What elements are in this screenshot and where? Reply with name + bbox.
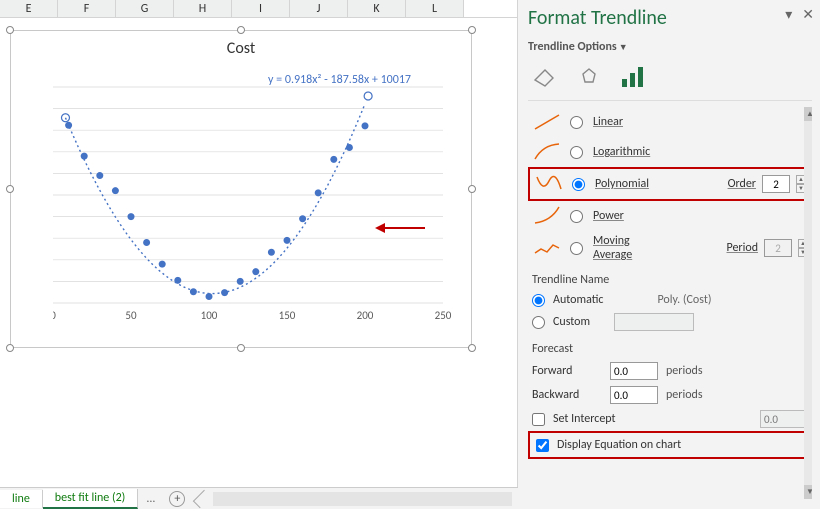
power-label: Power	[593, 209, 624, 223]
resize-handle[interactable]	[6, 344, 14, 352]
period-label: Period	[727, 241, 759, 255]
col-header[interactable]: J	[290, 0, 348, 17]
radio-moving-average[interactable]	[570, 242, 583, 255]
radio-power[interactable]	[570, 210, 583, 223]
effects-tab-icon[interactable]	[572, 62, 606, 92]
col-header[interactable]: G	[116, 0, 174, 17]
annotation-arrow-icon	[383, 227, 425, 229]
checkbox-set-intercept[interactable]	[532, 413, 545, 426]
plot-area[interactable]: 0100020003000400050006000700080009000100…	[53, 67, 453, 323]
linear-label: Linear	[593, 115, 623, 129]
resize-handle[interactable]	[6, 26, 14, 34]
custom-label: Custom	[553, 315, 590, 329]
moving-average-label: MovingAverage	[593, 234, 632, 262]
svg-text:100: 100	[201, 309, 218, 322]
custom-name-input	[614, 313, 694, 331]
name-custom[interactable]: Custom	[528, 310, 812, 334]
order-input[interactable]	[762, 175, 790, 193]
pane-title: Format Trendline	[528, 6, 812, 30]
auto-name-value: Poly. (Cost)	[657, 293, 711, 307]
col-header[interactable]: I	[232, 0, 290, 17]
trendline-type-polynomial[interactable]: Polynomial Order ▲▼	[528, 167, 812, 201]
trendline-type-logarithmic[interactable]: Logarithmic	[528, 137, 812, 167]
automatic-label: Automatic	[553, 293, 603, 307]
trendline-options-dropdown[interactable]: Trendline Options▼	[528, 40, 812, 54]
close-icon[interactable]: ✕	[802, 6, 814, 23]
chart-container[interactable]: Cost y = 0.918x² - 187.58x + 10017 01000…	[10, 30, 472, 348]
resize-handle[interactable]	[6, 185, 14, 193]
col-header[interactable]: F	[58, 0, 116, 17]
tab-scroll-left-icon[interactable]	[193, 489, 211, 507]
trendline-type-moving-average[interactable]: MovingAverage Period ▲▼	[528, 231, 812, 265]
vertical-scrollbar[interactable]: ▲ ▼	[804, 107, 812, 499]
polynomial-label: Polynomial	[595, 177, 649, 191]
svg-text:0: 0	[53, 309, 56, 322]
radio-custom-name[interactable]	[532, 316, 545, 329]
backward-input[interactable]	[610, 386, 658, 404]
intercept-input	[760, 410, 808, 428]
trendline-name-header: Trendline Name	[532, 273, 812, 287]
svg-text:50: 50	[125, 309, 137, 322]
resize-handle[interactable]	[237, 26, 245, 34]
chart-svg: 0100020003000400050006000700080009000100…	[53, 67, 453, 323]
display-equation-row[interactable]: Display Equation on chart	[528, 431, 812, 459]
display-equation-label: Display Equation on chart	[557, 438, 681, 452]
col-header[interactable]: E	[0, 0, 58, 17]
horizontal-scrollbar[interactable]	[213, 492, 512, 506]
chart-title[interactable]: Cost	[11, 39, 471, 58]
sheet-tab-best-fit[interactable]: best fit line (2)	[43, 489, 139, 509]
resize-handle[interactable]	[468, 185, 476, 193]
radio-auto-name[interactable]	[532, 294, 545, 307]
forward-input[interactable]	[610, 362, 658, 380]
power-icon	[533, 205, 561, 227]
resize-handle[interactable]	[468, 344, 476, 352]
checkbox-display-equation[interactable]	[536, 439, 549, 452]
scroll-up-icon[interactable]: ▲	[804, 107, 812, 121]
forward-unit: periods	[666, 364, 703, 378]
trendline-type-linear[interactable]: Linear	[528, 107, 812, 137]
col-header[interactable]: K	[348, 0, 406, 17]
svg-text:150: 150	[279, 309, 296, 322]
sheet-tab-strip: line best fit line (2) ... +	[0, 487, 518, 509]
scroll-down-icon[interactable]: ▼	[804, 485, 812, 499]
set-intercept-label: Set Intercept	[553, 412, 616, 426]
format-trendline-pane: ▾ ✕ Format Trendline Trendline Options▼ …	[518, 0, 820, 509]
period-input	[764, 239, 792, 257]
order-label: Order	[728, 177, 756, 191]
svg-text:200: 200	[357, 309, 374, 322]
svg-text:250: 250	[435, 309, 452, 322]
logarithmic-label: Logarithmic	[593, 145, 650, 159]
backward-label: Backward	[532, 388, 602, 402]
col-header[interactable]: H	[174, 0, 232, 17]
name-automatic[interactable]: Automatic Poly. (Cost)	[528, 290, 812, 310]
trendline-options-tab-icon[interactable]	[616, 62, 650, 92]
column-headers: E F G H I J K L	[0, 0, 517, 18]
add-sheet-button[interactable]: +	[169, 491, 185, 507]
fill-line-tab-icon[interactable]	[528, 62, 562, 92]
sheet-tab-line[interactable]: line	[0, 490, 43, 508]
set-intercept-row[interactable]: Set Intercept	[528, 407, 812, 431]
forward-label: Forward	[532, 364, 602, 378]
resize-handle[interactable]	[237, 344, 245, 352]
resize-handle[interactable]	[468, 26, 476, 34]
radio-polynomial[interactable]	[572, 178, 585, 191]
moving-average-icon	[533, 237, 561, 259]
task-pane-options-icon[interactable]: ▾	[785, 6, 792, 23]
logarithmic-icon	[533, 141, 561, 163]
forecast-header: Forecast	[532, 342, 812, 356]
radio-linear[interactable]	[570, 116, 583, 129]
linear-icon	[533, 111, 561, 133]
polynomial-icon	[535, 173, 563, 195]
tab-overflow[interactable]: ...	[138, 490, 163, 508]
radio-logarithmic[interactable]	[570, 146, 583, 159]
col-header[interactable]: L	[406, 0, 464, 17]
backward-unit: periods	[666, 388, 703, 402]
trendline-type-power[interactable]: Power	[528, 201, 812, 231]
